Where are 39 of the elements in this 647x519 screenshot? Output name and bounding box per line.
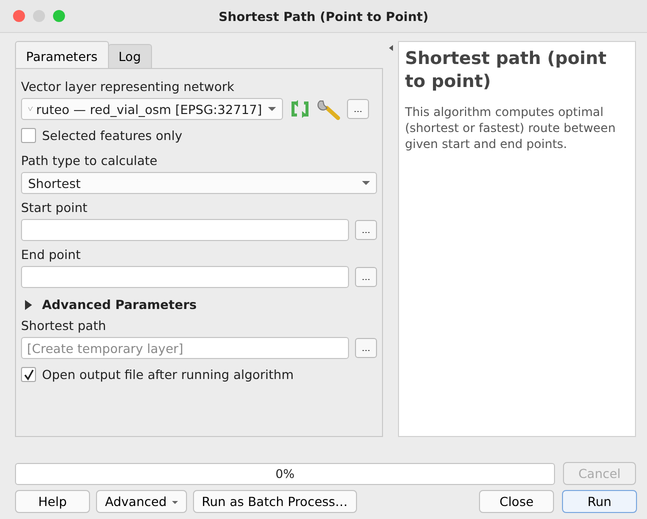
options-button[interactable]: … [355,338,377,358]
minimize-icon[interactable] [33,10,45,22]
layer-dropdown[interactable]: ruteo — red_vial_osm [EPSG:32717] [21,98,283,120]
collapse-icon[interactable] [388,45,392,51]
dialog-button[interactable]: Close [479,490,554,513]
options-button[interactable]: … [347,99,369,119]
help-title: Shortest path (point to point) [405,48,608,94]
tab[interactable]: Log [108,44,152,68]
output-field[interactable]: [Create temporary layer] [21,337,350,359]
dialog-button[interactable]: Run as Batch Process… [192,490,357,513]
browse-button[interactable]: … [355,220,377,240]
point-field[interactable] [21,266,350,288]
checkbox-label: Selected features only [42,128,182,143]
progress-reading: 0% [275,466,295,480]
expand-icon[interactable] [25,300,32,310]
field-label: Vector layer representing network [21,79,236,94]
refresh-icon[interactable] [289,99,311,119]
close-icon[interactable] [13,10,25,22]
point-field[interactable] [21,219,350,241]
zoom-icon[interactable] [53,10,65,22]
caret-icon [268,107,276,111]
checkbox-label: Open output file after running algorithm [42,367,294,382]
tab[interactable]: Parameters [15,41,109,68]
dialog-button[interactable]: Run [562,490,637,513]
browse-button[interactable]: … [355,267,377,287]
field-label: Path type to calculate [21,153,158,168]
field-label: Shortest path [21,318,108,333]
checkbox[interactable] [21,128,36,143]
dialog-button[interactable]: Help [15,490,90,513]
checkbox[interactable] [21,367,36,382]
help-text: This algorithm computes optimal (shortest or fastest) route between given start and end points. [405,104,617,152]
field-label: End point [21,247,82,262]
dialog-button[interactable]: Advanced [96,490,187,513]
path-type-dropdown[interactable]: Shortest [21,172,377,194]
wrench-icon[interactable] [317,98,341,120]
window-title: Shortest Path (Point to Point) [218,8,428,24]
group-header[interactable]: Advanced Parameters [42,297,197,312]
caret-icon [362,181,370,185]
field-label: Start point [21,200,88,215]
